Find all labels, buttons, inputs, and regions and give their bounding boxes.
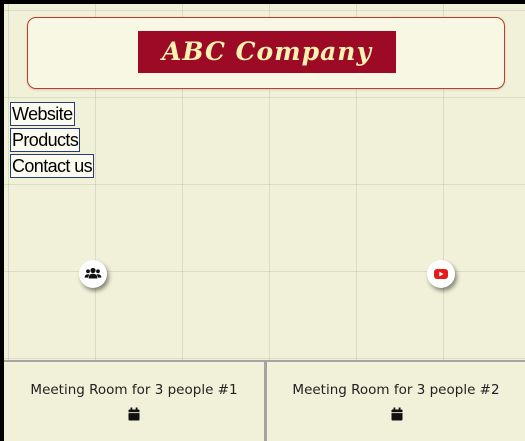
nav-menu: Website Products Contact us (10, 102, 95, 180)
youtube-button[interactable] (427, 260, 455, 288)
page-frame: ABC Company Website Products Contact us … (4, 4, 525, 441)
header-banner: ABC Company (27, 17, 505, 89)
nav-link-website[interactable]: Website (10, 102, 75, 126)
nav-link-products[interactable]: Products (10, 128, 81, 152)
room-card[interactable]: Meeting Room for 3 people #2 (267, 362, 525, 441)
calendar-icon (128, 407, 140, 421)
room-list: Meeting Room for 3 people #1 Meeting Roo… (4, 360, 525, 441)
users-button[interactable] (79, 260, 107, 288)
company-title: ABC Company (138, 31, 396, 73)
users-icon (84, 267, 102, 279)
room-name: Meeting Room for 3 people #1 (30, 382, 238, 398)
room-card[interactable]: Meeting Room for 3 people #1 (4, 362, 267, 441)
calendar-icon (391, 407, 403, 421)
youtube-icon (434, 269, 448, 279)
nav-link-contact-us[interactable]: Contact us (10, 154, 95, 178)
room-name: Meeting Room for 3 people #2 (292, 382, 500, 398)
